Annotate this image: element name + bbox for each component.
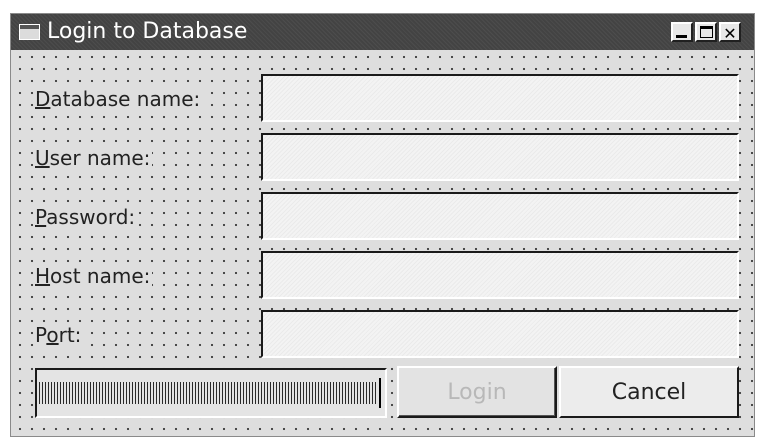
- mnemonic-letter: D: [35, 87, 51, 111]
- window-title: Login to Database: [47, 19, 248, 44]
- mnemonic-letter: o: [46, 323, 59, 347]
- password-label: Password:: [35, 205, 138, 229]
- title-bar[interactable]: Login to Database ✕: [11, 14, 754, 50]
- login-dialog: Login to Database ✕ Database name: User …: [10, 13, 755, 437]
- minimize-button[interactable]: [671, 22, 693, 42]
- label-text: ost name:: [50, 264, 151, 288]
- port-label: Port:: [35, 323, 84, 347]
- user-name-input[interactable]: [261, 133, 739, 181]
- port-row: Port:: [11, 310, 754, 358]
- host-name-input[interactable]: [261, 251, 739, 299]
- label-text: ser name:: [49, 146, 151, 170]
- minimize-icon: [676, 35, 687, 38]
- login-button[interactable]: Login: [397, 366, 557, 418]
- close-icon: ✕: [723, 24, 737, 43]
- user-name-row: User name:: [11, 133, 754, 181]
- port-input[interactable]: [261, 310, 739, 358]
- password-row: Password:: [11, 192, 754, 240]
- mnemonic-letter: P: [35, 205, 47, 229]
- cancel-button[interactable]: Cancel: [559, 366, 739, 418]
- progress-bar: [35, 368, 387, 418]
- host-name-label: Host name:: [35, 264, 153, 288]
- mnemonic-letter: H: [35, 264, 51, 288]
- label-text: assword:: [46, 205, 136, 229]
- progress-end-marker: [379, 378, 381, 408]
- maximize-icon: [700, 26, 713, 38]
- label-text: P: [35, 323, 47, 347]
- window-icon: [19, 24, 40, 40]
- database-name-row: Database name:: [11, 74, 754, 122]
- mnemonic-letter: U: [35, 146, 50, 170]
- host-name-row: Host name:: [11, 251, 754, 299]
- close-button[interactable]: ✕: [719, 22, 741, 42]
- progress-fill: [39, 382, 377, 404]
- label-text: rt:: [58, 323, 82, 347]
- user-name-label: User name:: [35, 146, 153, 170]
- password-input[interactable]: [261, 192, 739, 240]
- database-name-input[interactable]: [261, 74, 739, 122]
- maximize-button[interactable]: [695, 22, 717, 42]
- label-text: atabase name:: [50, 87, 201, 111]
- database-name-label: Database name:: [35, 87, 203, 111]
